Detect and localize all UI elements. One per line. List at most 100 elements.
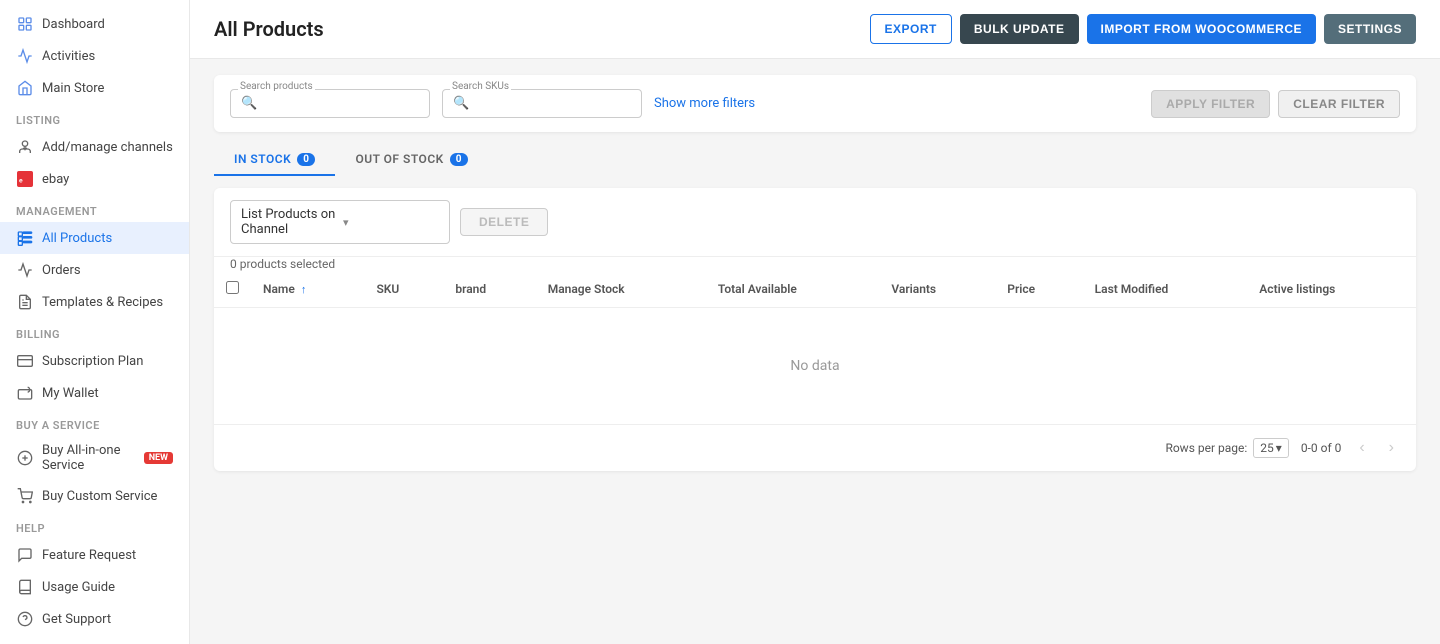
sidebar-item-get-support[interactable]: Get Support <box>0 603 189 635</box>
sidebar-item-all-in-one-label: Buy All-in-one Service <box>42 443 136 473</box>
selected-count: 0 products selected <box>214 257 1416 271</box>
main-content: All Products EXPORT BULK UPDATE IMPORT F… <box>190 0 1440 644</box>
search-skus-field: Search SKUs 🔍 <box>442 89 642 118</box>
search-products-field: Search products 🔍 <box>230 89 430 118</box>
all-products-icon <box>16 229 34 247</box>
col-brand: brand <box>443 271 535 308</box>
export-button[interactable]: EXPORT <box>870 14 952 44</box>
search-products-inner: 🔍 <box>230 89 430 118</box>
col-total-available: Total Available <box>706 271 879 308</box>
delete-button[interactable]: DELETE <box>460 208 548 236</box>
import-button[interactable]: IMPORT FROM WOOCOMMERCE <box>1087 14 1316 44</box>
sidebar-item-all-products-label: All Products <box>42 231 173 246</box>
apply-filter-button[interactable]: APPLY FILTER <box>1151 90 1270 118</box>
add-channels-icon <box>16 138 34 156</box>
col-variants: Variants <box>879 271 995 308</box>
content-area: Search products 🔍 Search SKUs 🔍 Show mor… <box>190 59 1440 644</box>
pagination: Rows per page: 25 ▾ 0-0 of 0 ‹ › <box>214 424 1416 471</box>
sidebar-item-usage-guide[interactable]: Usage Guide <box>0 571 189 603</box>
feature-request-icon <box>16 546 34 564</box>
sidebar-item-dashboard[interactable]: Dashboard <box>0 8 189 40</box>
sidebar-item-main-store[interactable]: Main Store <box>0 72 189 104</box>
ebay-icon: e <box>16 170 34 188</box>
store-icon <box>16 79 34 97</box>
sidebar-item-activities[interactable]: Activities <box>0 40 189 72</box>
checkbox-col-header <box>214 271 251 308</box>
chevron-down-icon: ▾ <box>343 216 439 229</box>
settings-button[interactable]: SETTINGS <box>1324 14 1416 44</box>
no-data-row: No data <box>214 308 1416 425</box>
search-skus-inner: 🔍 <box>442 89 642 118</box>
sidebar-item-activities-label: Activities <box>42 49 173 64</box>
management-section-label: Management <box>0 195 189 222</box>
sidebar-item-add-channels[interactable]: Add/manage channels <box>0 131 189 163</box>
filter-bar: Search products 🔍 Search SKUs 🔍 Show mor… <box>214 75 1416 132</box>
sidebar-item-dashboard-label: Dashboard <box>42 17 173 32</box>
sidebar-item-ebay[interactable]: e ebay <box>0 163 189 195</box>
table-header: Name ↑ SKU brand Manage Stock Total Avai… <box>214 271 1416 308</box>
search-skus-icon: 🔍 <box>453 96 469 111</box>
sidebar-item-all-products[interactable]: All Products <box>0 222 189 254</box>
show-more-filters-link[interactable]: Show more filters <box>654 96 1139 111</box>
sidebar-item-usage-guide-label: Usage Guide <box>42 580 173 595</box>
clear-filter-button[interactable]: CLEAR FILTER <box>1278 90 1400 118</box>
rows-per-page-select[interactable]: 25 ▾ <box>1253 438 1289 458</box>
page-title: All Products <box>214 17 324 41</box>
col-active-listings: Active listings <box>1247 271 1416 308</box>
templates-icon <box>16 293 34 311</box>
sidebar-item-feature-request-label: Feature Request <box>42 548 173 563</box>
table-toolbar: List Products on Channel ▾ DELETE <box>214 188 1416 257</box>
sidebar-item-custom-service-label: Buy Custom Service <box>42 489 173 504</box>
tab-out-of-stock-count: 0 <box>450 153 468 166</box>
activities-icon <box>16 47 34 65</box>
table-body: No data <box>214 308 1416 425</box>
search-skus-input[interactable] <box>475 96 625 111</box>
col-price: Price <box>995 271 1082 308</box>
sidebar-item-add-channels-label: Add/manage channels <box>42 140 173 155</box>
sidebar-item-feature-request[interactable]: Feature Request <box>0 539 189 571</box>
sort-name-icon[interactable]: ↑ <box>301 283 307 296</box>
sidebar-item-main-store-label: Main Store <box>42 81 173 96</box>
tab-out-of-stock-label: OUT OF STOCK <box>355 152 443 166</box>
page-info: 0-0 of 0 <box>1301 441 1342 455</box>
table-section: List Products on Channel ▾ DELETE 0 prod… <box>214 188 1416 471</box>
prev-page-button[interactable]: ‹ <box>1353 437 1370 459</box>
help-section-label: Help <box>0 512 189 539</box>
tab-out-of-stock[interactable]: OUT OF STOCK 0 <box>335 144 488 176</box>
billing-section-label: Billing <box>0 318 189 345</box>
svg-text:e: e <box>19 177 23 184</box>
sidebar-item-all-in-one[interactable]: Buy All-in-one Service NEW <box>0 436 189 480</box>
sidebar-item-get-support-label: Get Support <box>42 612 173 627</box>
col-last-modified: Last Modified <box>1083 271 1248 308</box>
search-products-input[interactable] <box>263 96 413 111</box>
wallet-icon <box>16 384 34 402</box>
sidebar-item-subscription-label: Subscription Plan <box>42 354 173 369</box>
list-products-dropdown[interactable]: List Products on Channel ▾ <box>230 200 450 244</box>
search-skus-label: Search SKUs <box>450 81 511 92</box>
col-manage-stock: Manage Stock <box>536 271 706 308</box>
sidebar-item-custom-service[interactable]: Buy Custom Service <box>0 480 189 512</box>
custom-service-icon <box>16 487 34 505</box>
select-all-checkbox[interactable] <box>226 281 239 294</box>
sidebar-item-subscription[interactable]: Subscription Plan <box>0 345 189 377</box>
rows-chevron-icon: ▾ <box>1276 441 1282 455</box>
main-header: All Products EXPORT BULK UPDATE IMPORT F… <box>190 0 1440 59</box>
sidebar-item-templates[interactable]: Templates & Recipes <box>0 286 189 318</box>
sidebar-item-orders[interactable]: Orders <box>0 254 189 286</box>
rows-per-page-value: 25 <box>1260 441 1274 455</box>
tab-in-stock-count: 0 <box>297 153 315 166</box>
all-in-one-icon <box>16 449 34 467</box>
sidebar-item-orders-label: Orders <box>42 263 173 278</box>
header-actions: EXPORT BULK UPDATE IMPORT FROM WOOCOMMER… <box>870 14 1416 44</box>
stock-tabs: IN STOCK 0 OUT OF STOCK 0 <box>214 144 1416 176</box>
new-badge: NEW <box>144 452 173 464</box>
no-data-cell: No data <box>214 308 1416 425</box>
tab-in-stock-label: IN STOCK <box>234 152 291 166</box>
listing-section-label: Listing <box>0 104 189 131</box>
bulk-update-button[interactable]: BULK UPDATE <box>960 14 1079 44</box>
sidebar-item-wallet[interactable]: My Wallet <box>0 377 189 409</box>
search-products-icon: 🔍 <box>241 96 257 111</box>
tab-in-stock[interactable]: IN STOCK 0 <box>214 144 335 176</box>
sidebar-item-ebay-label: ebay <box>42 172 173 187</box>
next-page-button[interactable]: › <box>1383 437 1400 459</box>
